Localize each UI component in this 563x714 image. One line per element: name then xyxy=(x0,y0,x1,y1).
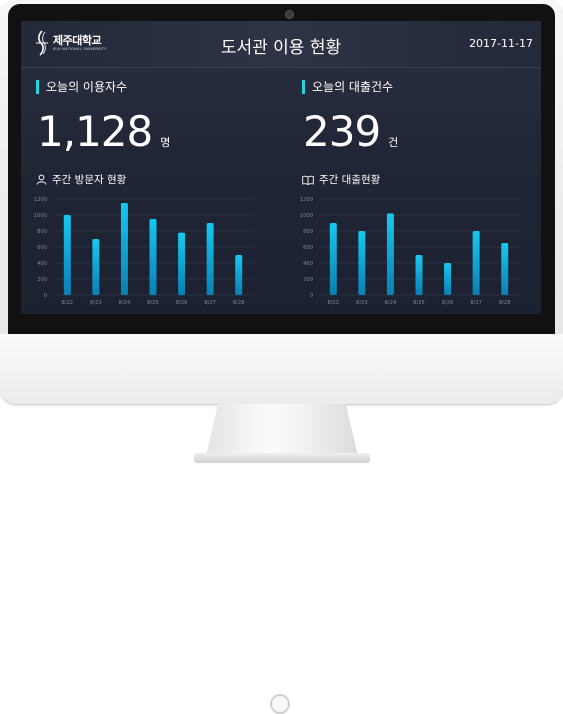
weekly-loans-heading: 주간 대출현황 xyxy=(302,172,380,187)
weekly-visitors-chart: 0 200 400 600 800 1000 1200 8/22 8/23 8/24 8/25 8/2… xyxy=(34,197,253,306)
chart-bar xyxy=(63,215,71,295)
weekly-loans-chart: 0 200 400 600 800 1000 1200 8/22 8/23 8/24 8/25 8/2… xyxy=(300,197,519,306)
camera-icon xyxy=(285,10,294,19)
chart-bar xyxy=(472,231,480,295)
current-date: 2017-11-17 xyxy=(469,37,533,50)
visitors-count: 1,128 xyxy=(37,107,153,156)
visitors-unit: 명 xyxy=(160,136,171,149)
x-tick-label: 8/24 xyxy=(119,300,131,306)
loans-section-title: 오늘의 대출건수 xyxy=(302,80,393,94)
y-tick-label: 400 xyxy=(37,261,47,267)
y-tick-label: 1200 xyxy=(300,197,313,203)
loans-count: 239 xyxy=(303,107,381,156)
y-tick-label: 200 xyxy=(303,277,313,283)
weekly-visitors-title: 주간 방문자 현황 xyxy=(52,174,127,186)
x-tick-label: 8/23 xyxy=(90,300,102,306)
x-tick-label: 8/26 xyxy=(442,300,454,306)
y-tick-label: 600 xyxy=(37,245,47,251)
chart-bar xyxy=(92,239,100,295)
dashboard-screen: 제주대학교 JEJU NATIONAL UNIVERSITY 도서관 이용 현황… xyxy=(21,21,541,314)
loans-panel: 오늘의 대출건수 239 건 주간 대출현황 0 200 400 600 800 1000… xyxy=(283,67,541,314)
y-tick-label: 600 xyxy=(303,245,313,251)
chart-bar xyxy=(149,219,157,295)
weekly-loans-title: 주간 대출현황 xyxy=(319,174,381,186)
y-tick-label: 1000 xyxy=(34,213,47,219)
chart-bar xyxy=(206,223,214,295)
chart-bar xyxy=(329,223,337,295)
chart-bar xyxy=(178,232,186,295)
visitors-section-title: 오늘의 이용자수 xyxy=(36,80,127,94)
chart-bar xyxy=(358,231,366,295)
x-tick-label: 8/25 xyxy=(147,300,159,306)
y-tick-label: 800 xyxy=(37,229,47,235)
chart-bar xyxy=(386,213,394,295)
monitor-stand xyxy=(206,404,358,456)
power-button[interactable] xyxy=(270,694,290,714)
book-icon xyxy=(302,175,314,185)
y-tick-label: 200 xyxy=(37,277,47,283)
monitor-chin xyxy=(0,334,563,714)
x-tick-label: 8/25 xyxy=(413,300,425,306)
x-tick-label: 8/28 xyxy=(233,300,245,306)
chart-bar xyxy=(501,243,509,295)
user-icon xyxy=(36,174,47,185)
visitors-panel: 오늘의 이용자수 1,128 명 주간 방문자 현황 0 200 400 600 800… xyxy=(21,67,281,314)
chart-bar xyxy=(415,255,423,295)
header-bar: 제주대학교 JEJU NATIONAL UNIVERSITY 도서관 이용 현황… xyxy=(21,21,541,68)
y-tick-label: 1200 xyxy=(34,197,47,203)
chart-bar xyxy=(120,203,128,295)
chart-bar xyxy=(235,255,243,295)
x-tick-label: 8/24 xyxy=(385,300,397,306)
y-tick-label: 1000 xyxy=(300,213,313,219)
x-tick-label: 8/22 xyxy=(327,300,339,306)
x-tick-label: 8/28 xyxy=(499,300,511,306)
x-tick-label: 8/26 xyxy=(176,300,188,306)
y-tick-label: 0 xyxy=(310,293,313,299)
x-tick-label: 8/27 xyxy=(470,300,482,306)
loans-unit: 건 xyxy=(388,136,399,149)
page-title: 도서관 이용 현황 xyxy=(220,38,342,58)
y-tick-label: 400 xyxy=(303,261,313,267)
x-tick-label: 8/27 xyxy=(204,300,216,306)
chart-bar xyxy=(444,263,452,295)
loans-count-block: 239 건 xyxy=(303,107,398,156)
weekly-visitors-heading: 주간 방문자 현황 xyxy=(36,172,126,187)
x-tick-label: 8/22 xyxy=(61,300,73,306)
x-tick-label: 8/23 xyxy=(356,300,368,306)
visitors-count-block: 1,128 명 xyxy=(37,107,170,156)
y-tick-label: 800 xyxy=(303,229,313,235)
monitor-stand-base xyxy=(194,453,370,463)
y-tick-label: 0 xyxy=(44,293,47,299)
